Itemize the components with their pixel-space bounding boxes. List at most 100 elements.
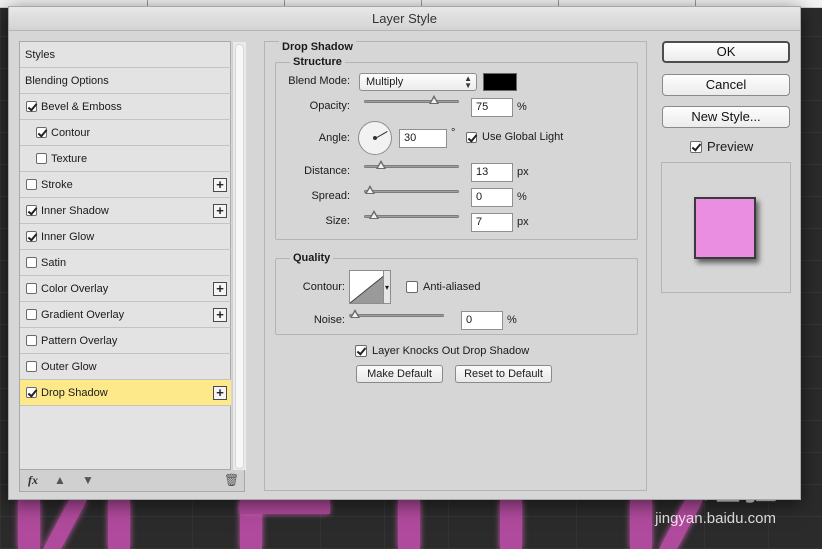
layer-knocks-out-label: Layer Knocks Out Drop Shadow [372, 345, 530, 357]
checkbox-icon[interactable] [26, 283, 37, 294]
style-list-scrollbar[interactable] [232, 42, 246, 471]
trash-icon[interactable]: 🗑 [224, 473, 239, 487]
spread-slider[interactable] [364, 185, 459, 194]
ok-button[interactable]: OK [662, 41, 790, 63]
add-effect-icon[interactable]: + [213, 204, 227, 218]
blend-mode-value: Multiply [366, 76, 404, 88]
size-slider-knob[interactable] [369, 210, 379, 219]
opacity-input[interactable]: 75 [471, 98, 513, 117]
checkbox-icon[interactable] [26, 335, 37, 346]
spread-slider-knob[interactable] [365, 185, 375, 194]
style-list-item-label: Gradient Overlay [41, 308, 125, 321]
opacity-label: Opacity: [309, 100, 350, 112]
spread-label: Spread: [311, 190, 350, 202]
noise-slider[interactable] [349, 309, 444, 318]
style-preview [661, 162, 791, 293]
style-list-item[interactable]: Bevel & Emboss [20, 94, 231, 120]
add-effect-icon[interactable]: + [213, 308, 227, 322]
style-list-item[interactable]: Drop Shadow + [20, 380, 231, 406]
style-list-item[interactable]: Gradient Overlay + [20, 302, 231, 328]
checkbox-icon[interactable] [26, 361, 37, 372]
spread-input[interactable]: 0 [471, 188, 513, 207]
fx-button[interactable]: fx [28, 473, 38, 488]
arrow-up-icon[interactable]: ▲ [54, 473, 66, 487]
checkbox-icon[interactable] [406, 281, 418, 293]
neon-letter-stroke [500, 500, 522, 549]
distance-slider[interactable] [364, 160, 459, 169]
style-list-item[interactable]: Blending Options [20, 68, 231, 94]
make-default-button[interactable]: Make Default [356, 365, 443, 383]
section-title: Drop Shadow [279, 41, 356, 53]
opacity-unit: % [517, 101, 527, 113]
style-list-item-label: Inner Shadow [41, 204, 109, 217]
style-list-item[interactable]: Color Overlay + [20, 276, 231, 302]
style-list-item-label: Color Overlay [41, 282, 109, 295]
style-list-item-label: Blending Options [25, 74, 109, 87]
style-list-item[interactable]: Styles [20, 42, 231, 68]
checkbox-icon[interactable] [36, 153, 47, 164]
checkbox-icon[interactable] [36, 127, 47, 138]
checkbox-icon[interactable] [26, 101, 37, 112]
blend-mode-select[interactable]: Multiply ▲ ▼ [359, 73, 477, 91]
anti-aliased-label: Anti-aliased [423, 281, 481, 293]
checkbox-icon[interactable] [690, 140, 702, 153]
preview-checkbox[interactable]: Preview [690, 139, 753, 154]
preview-label: Preview [707, 139, 754, 154]
neon-letter-stroke [398, 500, 420, 549]
add-effect-icon[interactable]: + [213, 282, 227, 296]
add-effect-icon[interactable]: + [213, 178, 227, 192]
style-list-item[interactable]: Inner Glow [20, 224, 231, 250]
style-list-item[interactable]: Pattern Overlay [20, 328, 231, 354]
opacity-slider-knob[interactable] [429, 95, 439, 104]
style-list-item[interactable]: Texture [20, 146, 231, 172]
style-list-item-label: Drop Shadow [41, 386, 108, 399]
add-effect-icon[interactable]: + [213, 386, 227, 400]
blend-mode-label: Blend Mode: [288, 75, 350, 87]
anti-aliased-checkbox[interactable]: Anti-aliased [406, 281, 480, 293]
checkbox-icon[interactable] [355, 345, 367, 357]
arrow-down-icon[interactable]: ▼ [82, 473, 94, 487]
angle-input[interactable]: 30 [399, 129, 447, 148]
use-global-light-checkbox[interactable]: Use Global Light [466, 131, 563, 143]
style-list-item-label: Texture [51, 152, 88, 165]
checkbox-icon[interactable] [26, 309, 37, 320]
style-list-item[interactable]: Inner Shadow + [20, 198, 231, 224]
checkbox-icon[interactable] [26, 231, 37, 242]
checkbox-icon[interactable] [26, 257, 37, 268]
checkbox-icon[interactable] [26, 387, 37, 398]
checkbox-icon[interactable] [26, 205, 37, 216]
structure-group: Structure Blend Mode: Multiply ▲ ▼ Opacit… [275, 56, 638, 240]
noise-label: Noise: [313, 314, 345, 326]
angle-dial[interactable] [358, 121, 392, 155]
noise-slider-knob[interactable] [350, 309, 360, 318]
style-list-item-label: Inner Glow [41, 230, 95, 243]
style-list-item-label: Pattern Overlay [41, 334, 118, 347]
contour-dropdown-arrow-icon[interactable]: ▾ [383, 270, 391, 304]
opacity-slider[interactable] [364, 95, 459, 104]
style-list-item[interactable]: Stroke + [20, 172, 231, 198]
size-unit: px [517, 216, 529, 228]
quality-group: Quality Contour: ▾ Anti-aliased Noise: 0… [275, 252, 638, 335]
quality-title: Quality [290, 252, 334, 264]
distance-slider-knob[interactable] [376, 160, 386, 169]
checkbox-icon[interactable] [26, 179, 37, 190]
style-list-item[interactable]: Outer Glow [20, 354, 231, 380]
neon-letter-stroke [18, 500, 40, 549]
reset-to-default-button[interactable]: Reset to Default [455, 365, 552, 383]
preview-swatch [694, 197, 756, 259]
structure-title: Structure [290, 56, 345, 68]
style-list-item[interactable]: Contour [20, 120, 231, 146]
scrollbar-thumb[interactable] [235, 44, 244, 469]
size-input[interactable]: 7 [471, 213, 513, 232]
cancel-button[interactable]: Cancel [662, 74, 790, 96]
layer-knocks-out-checkbox[interactable]: Layer Knocks Out Drop Shadow [355, 345, 529, 357]
dialog-title: Layer Style [9, 7, 800, 31]
size-slider[interactable] [364, 210, 459, 219]
style-list-item[interactable]: Satin [20, 250, 231, 276]
shadow-color-swatch[interactable] [483, 73, 517, 91]
checkbox-icon[interactable] [466, 131, 477, 143]
distance-input[interactable]: 13 [471, 163, 513, 182]
noise-input[interactable]: 0 [461, 311, 503, 330]
new-style-button[interactable]: New Style... [662, 106, 790, 128]
style-list-item-label: Bevel & Emboss [41, 100, 122, 113]
